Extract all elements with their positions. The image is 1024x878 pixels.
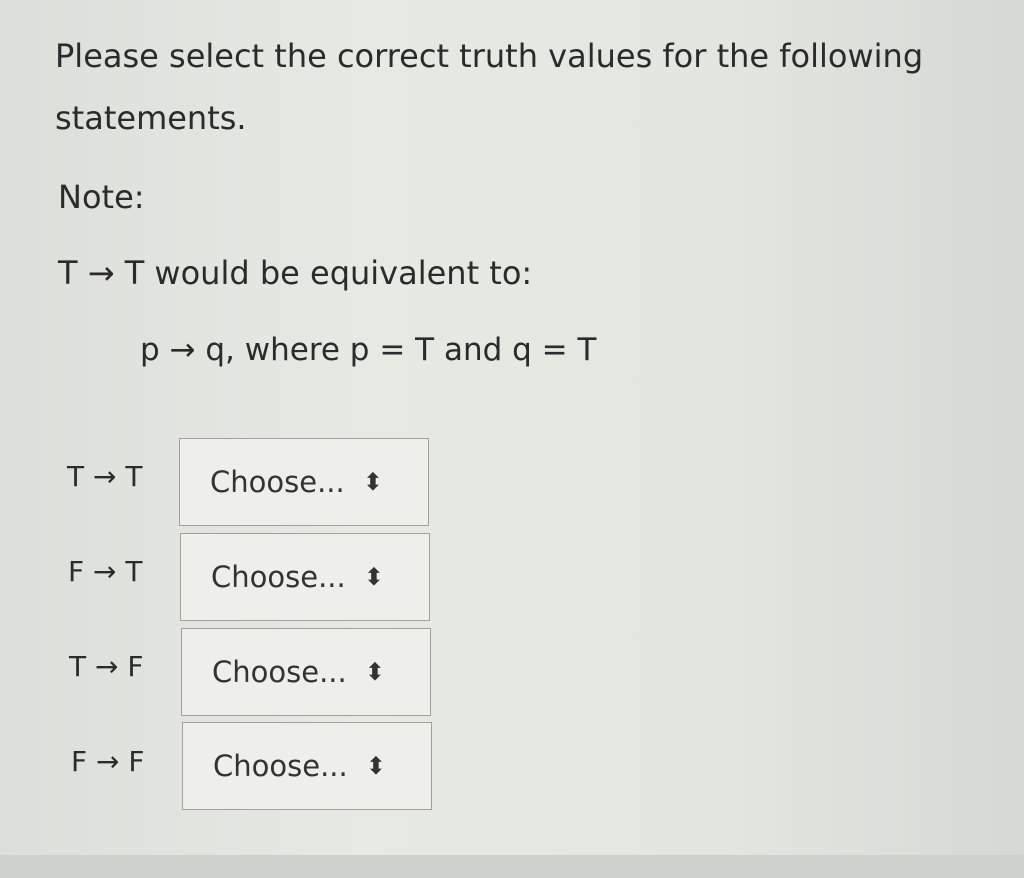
updown-arrows-icon: ⬍ [365,752,386,780]
question-prompt-line-1: Please select the correct truth values f… [55,37,924,75]
bottom-strip [0,855,1024,878]
note-label: Note: [58,178,145,216]
example-line: T → T would be equivalent to: [58,254,533,292]
statement-label-f-f: F → F [71,745,145,778]
question-prompt-line-2: statements. [55,99,247,137]
select-value: Choose... [210,465,345,499]
updown-arrows-icon: ⬍ [363,563,384,591]
truth-value-select-f-f[interactable]: Choose... ⬍ [182,722,432,810]
statement-label-t-t: T → T [67,460,143,493]
select-value: Choose... [212,655,347,689]
updown-arrows-icon: ⬍ [364,658,385,686]
truth-value-select-f-t[interactable]: Choose... ⬍ [180,533,430,621]
updown-arrows-icon: ⬍ [362,468,383,496]
truth-value-select-t-t[interactable]: Choose... ⬍ [179,438,429,526]
question-panel: Please select the correct truth values f… [0,0,1024,855]
select-value: Choose... [213,749,348,783]
statement-label-f-t: F → T [68,555,143,588]
truth-value-select-t-f[interactable]: Choose... ⬍ [181,628,431,716]
select-value: Choose... [211,560,346,594]
statement-label-t-f: T → F [69,650,144,683]
formula-line: p → q, where p = T and q = T [140,332,597,368]
